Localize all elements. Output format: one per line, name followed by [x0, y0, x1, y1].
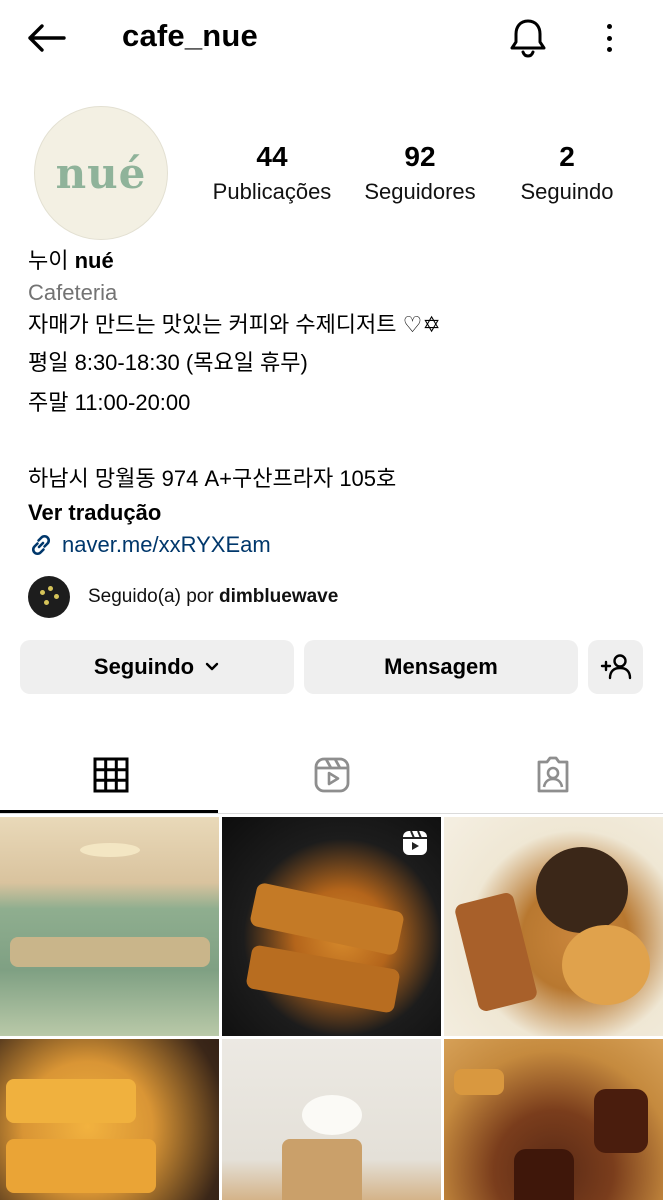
- add-user-icon: [600, 654, 631, 680]
- followed-by-user: dimbluewave: [218, 586, 339, 607]
- bio-line: 자매가 만드는 맛있는 커피와 수제디저트 ♡✡: [28, 312, 441, 337]
- post-thumbnail[interactable]: [444, 817, 663, 1036]
- post-thumbnail[interactable]: [0, 1039, 219, 1200]
- followed-by-prefix: Seguido(a) por: [88, 586, 214, 607]
- message-button[interactable]: Mensagem: [304, 640, 578, 694]
- following-label: Seguindo: [520, 179, 614, 204]
- tab-posts-grid[interactable]: [0, 736, 221, 814]
- avatar-logo: nué: [55, 148, 147, 198]
- bio-name: 누이 nué: [28, 246, 114, 276]
- top-bar: cafe_nue: [0, 0, 663, 76]
- bio-category: Cafeteria: [28, 280, 118, 305]
- post-thumbnail[interactable]: [222, 1039, 441, 1200]
- bio-name-bold: nué: [74, 248, 114, 273]
- arrow-left-icon: [28, 24, 66, 52]
- followed-by[interactable]: Seguido(a) por dimbluewave: [28, 576, 338, 618]
- message-button-label: Mensagem: [384, 654, 498, 679]
- reels-icon: [314, 757, 349, 793]
- stat-followers[interactable]: 92 Seguidores: [356, 140, 484, 210]
- followed-by-text: Seguido(a) por dimbluewave: [88, 586, 338, 608]
- more-options-button[interactable]: [598, 18, 620, 58]
- reels-icon: [403, 830, 427, 855]
- following-count: 2: [559, 141, 575, 172]
- profile-tabs: [0, 736, 663, 814]
- post-thumbnail[interactable]: [0, 817, 219, 1036]
- following-button[interactable]: Seguindo: [20, 640, 294, 694]
- see-translation-link[interactable]: Ver tradução: [28, 498, 161, 528]
- follower-avatar: [28, 576, 70, 618]
- followers-count: 92: [404, 141, 436, 172]
- bio-link-text: naver.me/xxRYXEam: [62, 532, 271, 557]
- profile-avatar[interactable]: nué: [34, 106, 168, 240]
- chevron-down-icon: [205, 662, 219, 671]
- post-thumbnail[interactable]: [222, 817, 441, 1036]
- profile-actions: Seguindo Mensagem: [20, 640, 643, 694]
- bio-line: 주말 11:00-20:00: [28, 390, 191, 415]
- grid-icon: [93, 757, 128, 793]
- link-icon: [31, 534, 51, 556]
- posts-label: Publicações: [212, 179, 332, 204]
- profile-username: cafe_nue: [122, 18, 258, 53]
- followers-label: Seguidores: [364, 179, 476, 204]
- bell-icon: [510, 19, 546, 58]
- bio-address: 하남시 망월동 974 A+구산프라자 105호: [28, 466, 397, 491]
- stat-following[interactable]: 2 Seguindo: [508, 140, 626, 210]
- posts-count: 44: [256, 141, 288, 172]
- post-thumbnail[interactable]: [444, 1039, 663, 1200]
- following-button-label: Seguindo: [93, 654, 195, 679]
- posts-grid: [0, 817, 663, 1200]
- stat-posts: 44 Publicações: [204, 140, 340, 210]
- add-user-button[interactable]: [588, 640, 643, 694]
- tab-reels[interactable]: [221, 736, 442, 814]
- bio-name-korean: 누이: [28, 248, 69, 273]
- notifications-button[interactable]: [508, 16, 548, 58]
- more-vertical-icon-dot: [606, 24, 612, 29]
- tab-tagged[interactable]: [442, 736, 663, 814]
- bio-line: 평일 8:30-18:30 (목요일 휴무): [28, 350, 308, 375]
- more-vertical-icon-dot: [606, 35, 612, 41]
- active-tab-indicator: [0, 810, 218, 813]
- bio-external-link[interactable]: naver.me/xxRYXEam: [28, 530, 271, 560]
- tagged-icon: [537, 756, 568, 793]
- more-vertical-icon-dot: [606, 47, 612, 52]
- back-button[interactable]: [26, 20, 70, 56]
